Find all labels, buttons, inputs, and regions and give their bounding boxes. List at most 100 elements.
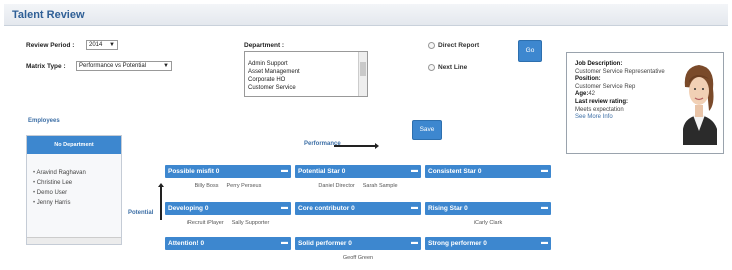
matrix-person[interactable]: Daniel Director [318,183,354,198]
department-option[interactable]: Customer Service [245,84,367,92]
matrix-cell-body: Daniel Director Sarah Sample [295,178,421,198]
department-option[interactable]: Corporate HO [245,76,367,84]
employees-label: Employees [28,118,60,124]
age-value: 42 [588,91,596,98]
matrix-cell-rising-star[interactable]: Rising Star 0 ▬ iCarly Clark [425,202,551,235]
matrix-cell-count: 0 [200,240,205,247]
direct-report-radio[interactable] [428,42,435,49]
matrix-type-value: Performance vs Potential [79,63,147,69]
direct-report-label: Direct Report [438,42,480,49]
department-scrollbar[interactable] [358,52,367,96]
dropdown-arrow-icon: ▼ [163,63,169,69]
collapse-icon[interactable]: ▬ [411,236,418,249]
collapse-icon[interactable]: ▬ [541,236,548,249]
department-label: Department : [244,42,285,49]
profile-details: Job Description: Customer Service Repres… [575,61,675,122]
page-title: Talent Review [12,9,85,21]
matrix-cell-header[interactable]: Rising Star 0 ▬ [425,202,551,215]
collapse-icon[interactable]: ▬ [411,164,418,177]
matrix-cell-body [425,178,551,198]
matrix-cell-count: 0 [341,168,346,175]
department-option[interactable]: Admin Support [245,60,367,68]
matrix-cell-title: Consistent Star [428,168,477,175]
matrix-cell-consistent-star[interactable]: Consistent Star 0 ▬ [425,165,551,198]
collapse-icon[interactable]: ▬ [281,164,288,177]
review-period-label: Review Period : [26,42,75,49]
department-listbox[interactable]: Admin Support Asset Management Corporate… [244,51,368,97]
position-label: Position: [575,76,601,83]
matrix-cell-header[interactable]: Core contributor 0 ▬ [295,202,421,215]
dropdown-arrow-icon: ▼ [109,42,115,48]
matrix-cell-title: Rising Star [428,205,463,212]
employees-list: Aravind Raghavan Christine Lee Demo User… [27,154,121,208]
talent-matrix: Possible misfit 0 ▬ Billy Boss Perry Per… [165,160,551,268]
matrix-cell-body: iCarly Clark [425,215,551,235]
employee-item[interactable]: Jenny Harris [33,198,121,208]
collapse-icon[interactable]: ▬ [281,236,288,249]
title-bar: Talent Review [4,4,728,26]
matrix-cell-header[interactable]: Developing 0 ▬ [165,202,291,215]
matrix-cell-core-contributor[interactable]: Core contributor 0 ▬ [295,202,421,235]
see-more-info-link[interactable]: See More Info [575,114,675,122]
collapse-icon[interactable]: ▬ [541,164,548,177]
matrix-cell-possible-misfit[interactable]: Possible misfit 0 ▬ Billy Boss Perry Per… [165,165,291,198]
direct-report-radio-row[interactable]: Direct Report [428,42,479,49]
matrix-person[interactable]: Geoff Green [343,255,373,270]
matrix-person[interactable]: Sarah Sample [363,183,398,198]
matrix-cell-potential-star[interactable]: Potential Star 0 ▬ Daniel Director Sarah… [295,165,421,198]
matrix-cell-header[interactable]: Potential Star 0 ▬ [295,165,421,178]
matrix-cell-developing[interactable]: Developing 0 ▬ iRecruit iPlayer Sally Su… [165,202,291,235]
employee-profile-card: Job Description: Customer Service Repres… [566,52,724,154]
matrix-cell-strong-performer[interactable]: Strong performer 0 ▬ [425,237,551,270]
department-option[interactable]: Asset Management [245,68,367,76]
matrix-cell-title: Developing [168,205,204,212]
employees-scrollbar[interactable] [27,237,121,244]
matrix-cell-title: Solid performer [298,240,347,247]
collapse-icon[interactable]: ▬ [541,201,548,214]
matrix-cell-header[interactable]: Strong performer 0 ▬ [425,237,551,250]
matrix-cell-header[interactable]: Possible misfit 0 ▬ [165,165,291,178]
matrix-cell-count: 0 [477,168,482,175]
employee-item[interactable]: Demo User [33,188,121,198]
matrix-type-label: Matrix Type : [26,63,66,70]
save-button[interactable]: Save [412,120,442,140]
matrix-person[interactable]: iRecruit iPlayer [187,220,224,235]
age-label: Age: [575,91,589,98]
matrix-cell-header[interactable]: Attention! 0 ▬ [165,237,291,250]
matrix-cell-attention[interactable]: Attention! 0 ▬ [165,237,291,270]
performance-arrow-icon [334,143,379,149]
position-value: Customer Service Rep [575,83,636,90]
matrix-person[interactable]: Billy Boss [195,183,219,198]
matrix-cell-body: Geoff Green [295,250,421,270]
next-line-radio[interactable] [428,64,435,71]
matrix-cell-title: Strong performer [428,240,482,247]
collapse-icon[interactable]: ▬ [281,201,288,214]
matrix-type-select[interactable]: Performance vs Potential ▼ [76,61,172,71]
matrix-cell-body [295,215,421,235]
go-button[interactable]: Go [518,40,542,62]
matrix-cell-count: 0 [351,205,355,212]
employees-panel-header: No Department [27,136,121,154]
matrix-person[interactable]: Perry Perseus [226,183,261,198]
job-description-label: Job Description: [575,61,623,67]
last-review-value: Meets expectation [575,106,624,113]
review-period-select[interactable]: 2014 ▼ [86,40,118,50]
matrix-cell-body [425,250,551,270]
matrix-person[interactable]: iCarly Clark [474,220,502,235]
next-line-radio-row[interactable]: Next Line [428,64,467,71]
matrix-cell-count: 0 [483,240,487,247]
employee-item[interactable]: Christine Lee [33,178,121,188]
matrix-cell-header[interactable]: Consistent Star 0 ▬ [425,165,551,178]
matrix-person[interactable]: Sally Supporter [232,220,270,235]
collapse-icon[interactable]: ▬ [411,201,418,214]
matrix-cell-header[interactable]: Solid performer 0 ▬ [295,237,421,250]
matrix-cell-solid-performer[interactable]: Solid performer 0 ▬ Geoff Green [295,237,421,270]
review-period-value: 2014 [89,42,103,48]
employee-item[interactable]: Aravind Raghavan [33,168,121,178]
avatar [683,65,717,145]
matrix-cell-title: Possible misfit [168,168,214,175]
matrix-cell-body: iRecruit iPlayer Sally Supporter [165,215,291,235]
matrix-cell-title: Potential Star [298,168,340,175]
matrix-cell-title: Attention! [168,240,199,247]
matrix-cell-count: 0 [348,240,352,247]
